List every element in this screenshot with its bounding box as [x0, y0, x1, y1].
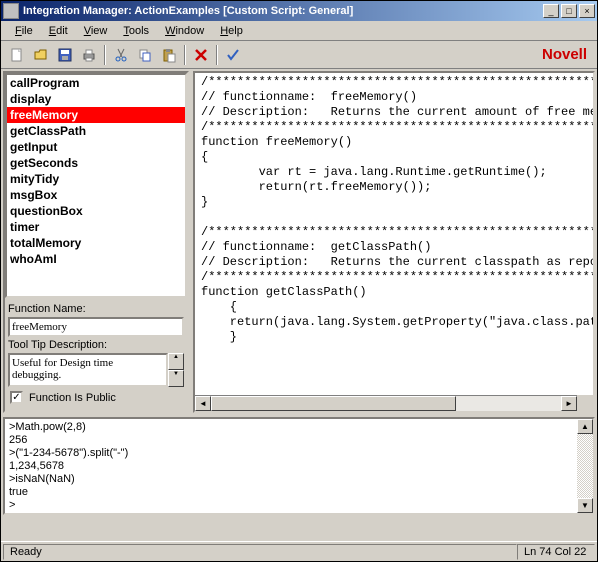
- print-button[interactable]: [78, 44, 100, 66]
- function-item[interactable]: freeMemory: [7, 107, 185, 123]
- titlebar: Integration Manager: ActionExamples [Cus…: [1, 1, 597, 21]
- statusbar: Ready Ln 74 Col 22: [1, 541, 597, 561]
- scroll-left-icon[interactable]: ◄: [195, 396, 211, 411]
- scroll-down-icon[interactable]: ▼: [577, 498, 593, 513]
- function-item[interactable]: display: [7, 91, 185, 107]
- function-name-input[interactable]: [8, 317, 184, 337]
- public-checkbox[interactable]: ✓: [10, 391, 23, 404]
- menu-file[interactable]: File: [7, 23, 41, 39]
- toolbar-separator: [104, 45, 106, 65]
- vertical-scrollbar[interactable]: ▲ ▼: [577, 419, 593, 513]
- new-button[interactable]: [6, 44, 28, 66]
- function-item[interactable]: questionBox: [7, 203, 185, 219]
- code-editor[interactable]: /***************************************…: [193, 71, 595, 413]
- function-item[interactable]: getInput: [7, 139, 185, 155]
- window-title: Integration Manager: ActionExamples [Cus…: [23, 5, 543, 17]
- copy-button[interactable]: [134, 44, 156, 66]
- tooltip-spinner: ▲ ▼: [168, 353, 184, 387]
- scroll-right-icon[interactable]: ►: [561, 396, 577, 411]
- scroll-up-icon[interactable]: ▲: [577, 419, 593, 434]
- scroll-thumb[interactable]: [211, 396, 456, 411]
- function-item[interactable]: msgBox: [7, 187, 185, 203]
- save-button[interactable]: [54, 44, 76, 66]
- toolbar: Novell: [1, 41, 597, 69]
- spinner-up-icon[interactable]: ▲: [168, 353, 184, 370]
- delete-button[interactable]: [190, 44, 212, 66]
- console-content[interactable]: >Math.pow(2,8) 256 >("1-234-5678").split…: [5, 419, 593, 514]
- scroll-track[interactable]: [211, 396, 561, 411]
- code-content[interactable]: /***************************************…: [195, 73, 593, 347]
- cut-button[interactable]: [110, 44, 132, 66]
- workspace: callProgramdisplayfreeMemorygetClassPath…: [1, 69, 597, 541]
- minimize-button[interactable]: _: [543, 4, 559, 18]
- form-section: Function Name: Tool Tip Description: ▲ ▼…: [5, 298, 187, 411]
- close-button[interactable]: ×: [579, 4, 595, 18]
- function-item[interactable]: getClassPath: [7, 123, 185, 139]
- menubar: File Edit View Tools Window Help: [1, 21, 597, 41]
- public-checkbox-row: ✓ Function Is Public: [8, 387, 184, 408]
- tooltip-label: Tool Tip Description:: [8, 337, 184, 353]
- function-item[interactable]: whoAmI: [7, 251, 185, 267]
- scroll-track[interactable]: [577, 434, 593, 498]
- function-list[interactable]: callProgramdisplayfreeMemorygetClassPath…: [5, 73, 187, 298]
- app-icon: [3, 3, 19, 19]
- public-checkbox-label: Function Is Public: [29, 392, 116, 404]
- upper-pane: callProgramdisplayfreeMemorygetClassPath…: [1, 69, 597, 415]
- open-button[interactable]: [30, 44, 52, 66]
- menu-view[interactable]: View: [76, 23, 116, 39]
- menu-tools[interactable]: Tools: [115, 23, 157, 39]
- function-item[interactable]: mityTidy: [7, 171, 185, 187]
- left-panel: callProgramdisplayfreeMemorygetClassPath…: [3, 71, 189, 413]
- spinner-down-icon[interactable]: ▼: [168, 370, 184, 387]
- menu-window[interactable]: Window: [157, 23, 212, 39]
- status-position: Ln 74 Col 22: [517, 544, 595, 560]
- console-panel[interactable]: >Math.pow(2,8) 256 >("1-234-5678").split…: [3, 417, 595, 515]
- function-item[interactable]: getSeconds: [7, 155, 185, 171]
- scroll-corner: [577, 395, 593, 411]
- menu-edit[interactable]: Edit: [41, 23, 76, 39]
- function-item[interactable]: timer: [7, 219, 185, 235]
- menu-help[interactable]: Help: [212, 23, 251, 39]
- maximize-button[interactable]: □: [561, 4, 577, 18]
- check-button[interactable]: [222, 44, 244, 66]
- app-window: Integration Manager: ActionExamples [Cus…: [0, 0, 598, 562]
- tooltip-input[interactable]: [8, 353, 168, 387]
- function-name-label: Function Name:: [8, 301, 184, 317]
- function-item[interactable]: totalMemory: [7, 235, 185, 251]
- brand-logo: Novell: [542, 46, 587, 63]
- horizontal-scrollbar[interactable]: ◄ ►: [195, 395, 577, 411]
- function-item[interactable]: callProgram: [7, 75, 185, 91]
- toolbar-separator: [216, 45, 218, 65]
- status-message: Ready: [3, 544, 517, 560]
- toolbar-separator: [184, 45, 186, 65]
- paste-button[interactable]: [158, 44, 180, 66]
- window-controls: _ □ ×: [543, 4, 595, 18]
